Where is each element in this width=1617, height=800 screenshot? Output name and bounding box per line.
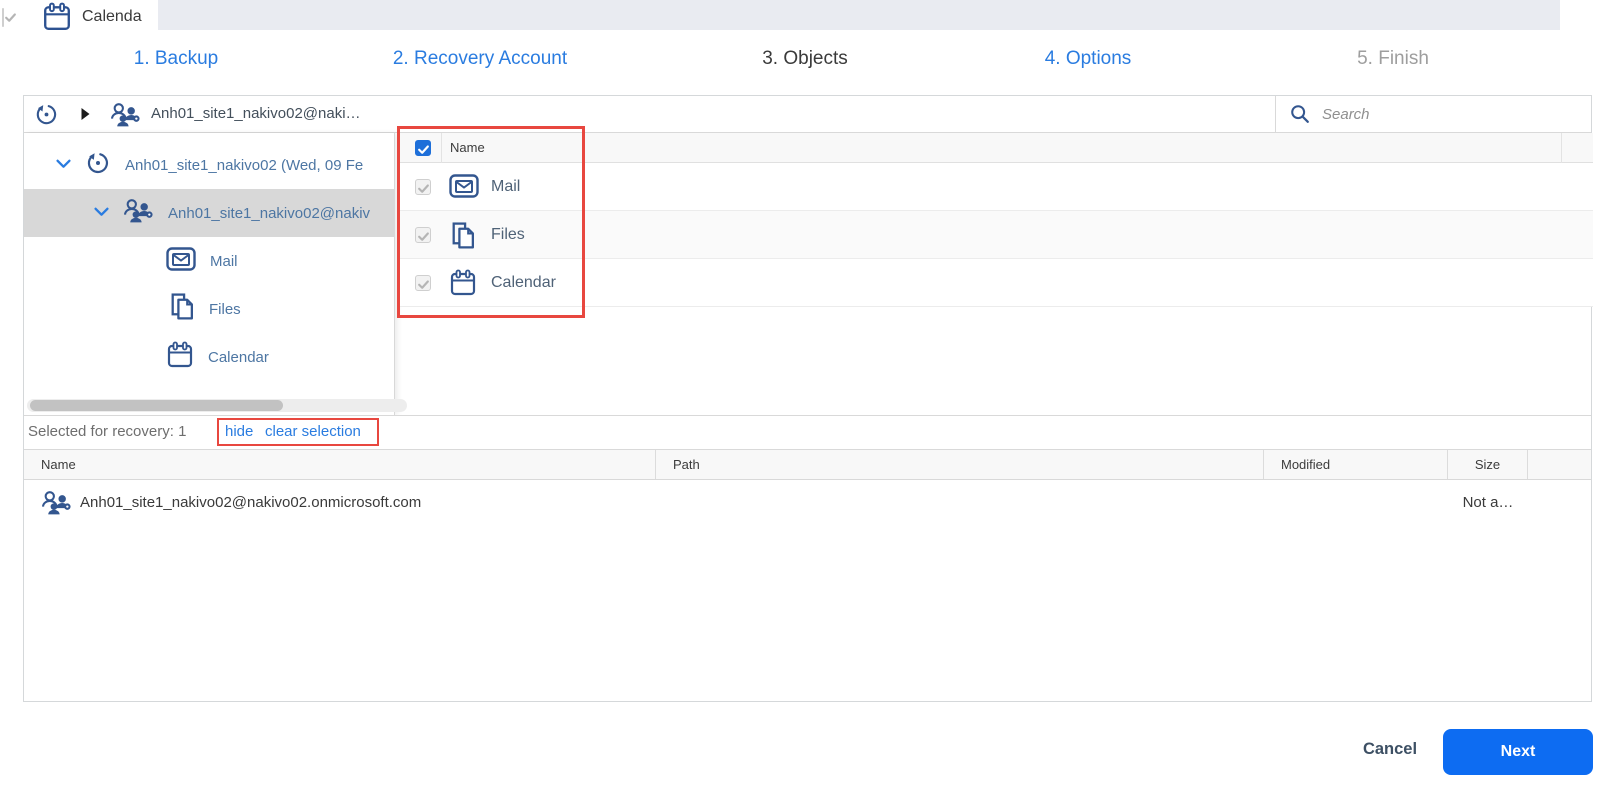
row-checkbox[interactable] — [415, 275, 431, 291]
results-table-header: Name Path Modified Size — [24, 449, 1591, 480]
clear-selection-link[interactable]: clear selection — [265, 416, 361, 448]
restore-point-icon — [85, 150, 111, 181]
files-icon — [449, 221, 476, 255]
backdrop-overlay-bar — [158, 0, 1560, 30]
wizard-step-options[interactable]: 4. Options — [1045, 48, 1132, 70]
selection-summary: Selected for recovery: 1 — [28, 423, 187, 440]
calendar-icon — [42, 2, 72, 37]
horizontal-scrollbar[interactable] — [27, 399, 407, 412]
object-row-label: Calendar — [491, 274, 556, 291]
results-column-name[interactable]: Name — [24, 450, 656, 479]
results-column-modified[interactable]: Modified — [1264, 450, 1448, 479]
account-group-icon — [41, 490, 72, 520]
tree-item-mail[interactable]: Mail — [24, 237, 394, 285]
select-all-checkbox[interactable] — [415, 140, 431, 156]
column-divider — [1561, 133, 1562, 163]
wizard-step-finish: 5. Finish — [1357, 48, 1429, 69]
object-row-label: Files — [491, 226, 525, 243]
next-button[interactable]: Next — [1443, 729, 1593, 775]
wizard-step-objects: 3. Objects — [762, 48, 848, 69]
wizard-step-recovery-account[interactable]: 2. Recovery Account — [393, 48, 567, 70]
tree-item-calendar[interactable]: Calendar — [24, 333, 394, 381]
tree-item-files[interactable]: Files — [24, 285, 394, 333]
restore-point-icon — [34, 102, 59, 132]
objects-table-header: Name — [397, 133, 1593, 163]
backup-toolbar: Anh01_site1_nakivo02@naki… — [24, 96, 1591, 133]
backdrop-checkbox[interactable] — [2, 8, 4, 27]
column-divider — [441, 133, 442, 163]
account-group-icon — [123, 198, 154, 228]
tree-item-recovery-point[interactable]: Anh01_site1_nakivo02 (Wed, 09 Fe — [24, 141, 394, 189]
results-column-extra — [1528, 450, 1591, 479]
tree-item-label: Anh01_site1_nakivo02@nakiv — [168, 204, 371, 222]
search-input[interactable] — [1322, 100, 1577, 128]
tree-item-label: Files — [209, 300, 241, 318]
results-column-path[interactable]: Path — [656, 450, 1264, 479]
cancel-button[interactable]: Cancel — [1338, 740, 1442, 759]
object-row-files[interactable]: Files — [397, 211, 1593, 259]
mail-icon — [166, 246, 196, 277]
account-group-icon — [110, 102, 141, 132]
scrollbar-thumb[interactable] — [30, 400, 283, 411]
recovery-wizard-page: Calenda 1. Backup 2. Recovery Account 3.… — [0, 0, 1617, 800]
name-column-header[interactable]: Name — [450, 133, 485, 163]
chevron-down-icon[interactable] — [94, 204, 109, 222]
backdrop-item-label: Calenda — [82, 8, 142, 25]
objects-step-panel: Anh01_site1_nakivo02@naki… Anh01_site1_n… — [23, 95, 1593, 702]
search-box — [1275, 96, 1591, 132]
chevron-down-icon[interactable] — [56, 156, 71, 174]
calendar-icon — [449, 269, 477, 302]
expander-icon[interactable] — [80, 107, 91, 126]
tree-item-label: Calendar — [208, 348, 269, 366]
mail-icon — [449, 173, 479, 204]
backup-tree-panel: Anh01_site1_nakivo02 (Wed, 09 Fe Anh01_s… — [24, 133, 395, 415]
tree-item-label: Mail — [210, 252, 238, 270]
backup-title[interactable]: Anh01_site1_nakivo02@naki… — [151, 96, 361, 132]
search-icon — [1289, 103, 1311, 130]
object-row-label: Mail — [491, 178, 521, 195]
objects-table: Name Mail Files Calendar — [397, 133, 1593, 307]
row-checkbox[interactable] — [415, 227, 431, 243]
wizard-step-backup[interactable]: 1. Backup — [134, 48, 219, 70]
selected-object-size: Not a… — [1462, 494, 1514, 511]
row-checkbox[interactable] — [415, 179, 431, 195]
results-column-size[interactable]: Size — [1448, 450, 1528, 479]
object-row-mail[interactable]: Mail — [397, 163, 1593, 211]
object-row-calendar[interactable]: Calendar — [397, 259, 1593, 307]
calendar-icon — [166, 341, 194, 374]
files-icon — [168, 292, 195, 326]
selected-object-row[interactable]: Anh01_site1_nakivo02@nakivo02.onmicrosof… — [24, 480, 1591, 526]
hide-link[interactable]: hide — [225, 416, 253, 448]
tree-item-account[interactable]: Anh01_site1_nakivo02@nakiv — [24, 189, 394, 237]
selection-bar: Selected for recovery: 1 hide clear sele… — [24, 415, 1591, 449]
selected-object-name: Anh01_site1_nakivo02@nakivo02.onmicrosof… — [80, 494, 422, 511]
tree-item-label: Anh01_site1_nakivo02 (Wed, 09 Fe — [125, 156, 364, 174]
